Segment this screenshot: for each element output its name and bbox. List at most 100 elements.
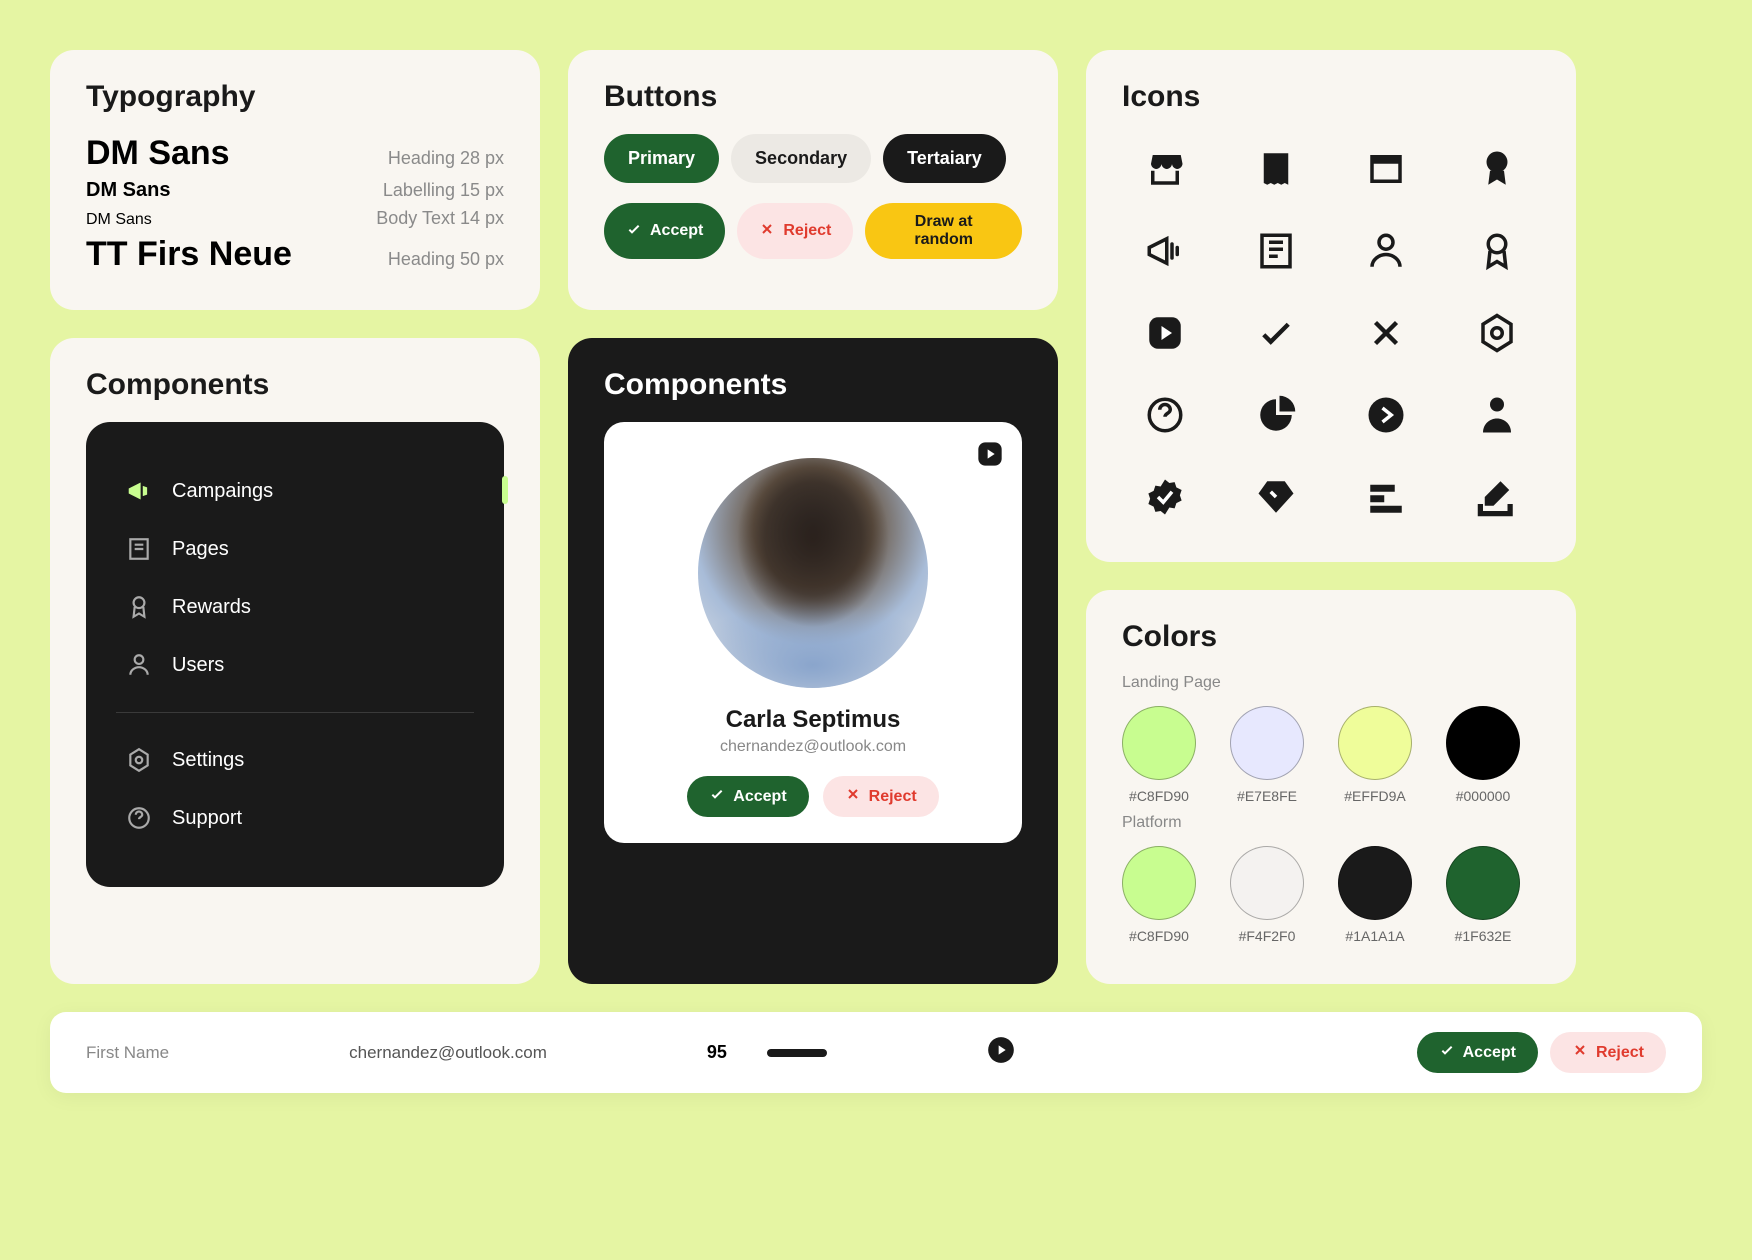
check-icon — [626, 221, 642, 242]
font-family: TT Firs Neue — [86, 235, 292, 274]
check-icon — [1251, 308, 1301, 358]
sidebar-item-label: Settings — [172, 749, 244, 772]
megaphone-icon — [126, 478, 152, 504]
sidebar-item-label: Campaings — [172, 480, 273, 503]
hex-gear-icon — [1472, 308, 1522, 358]
help-icon — [126, 805, 152, 831]
play-icon[interactable] — [976, 440, 1004, 473]
components-title: Components — [604, 368, 1022, 402]
sidebar-item-support[interactable]: Support — [116, 789, 474, 847]
store-icon — [1140, 144, 1190, 194]
accept-label: Accept — [650, 222, 703, 240]
pie-icon — [1251, 390, 1301, 440]
colors-title: Colors — [1122, 620, 1540, 654]
megaphone-icon — [1140, 226, 1190, 276]
accept-label: Accept — [733, 788, 786, 806]
secondary-button[interactable]: Secondary — [731, 134, 871, 183]
primary-button[interactable]: Primary — [604, 134, 719, 183]
color-swatch[interactable] — [1122, 846, 1196, 920]
accept-button[interactable]: Accept — [687, 776, 808, 817]
icons-title: Icons — [1122, 80, 1540, 114]
font-family: DM Sans — [86, 179, 170, 202]
accept-button[interactable]: Accept — [1417, 1032, 1538, 1073]
sidebar-item-users[interactable]: Users — [116, 636, 474, 694]
active-indicator — [502, 476, 508, 504]
draw-random-button[interactable]: Draw at random — [865, 203, 1022, 259]
window-icon — [1361, 144, 1411, 194]
profile-email: chernandez@outlook.com — [628, 738, 998, 756]
avatar — [698, 458, 928, 688]
font-family: DM Sans — [86, 134, 230, 173]
bottom-email: chernandez@outlook.com — [349, 1043, 547, 1063]
verified-icon — [1140, 472, 1190, 522]
sidebar-item-label: Rewards — [172, 596, 251, 619]
slider-track[interactable] — [767, 1049, 827, 1057]
components-profile-card: Components Carla Septimus chernandez@out… — [568, 338, 1058, 984]
colors-group-label: Platform — [1122, 814, 1540, 832]
sidebar-item-pages[interactable]: Pages — [116, 520, 474, 578]
diamond-icon — [1251, 472, 1301, 522]
sidebar-item-label: Pages — [172, 538, 229, 561]
colors-card: Colors Landing Page #C8FD90 #E7E8FE #EFF… — [1086, 590, 1576, 984]
font-spec: Heading 50 px — [388, 249, 504, 270]
reject-button[interactable]: Reject — [1550, 1032, 1666, 1073]
font-spec: Body Text 14 px — [376, 208, 504, 229]
swatch-row: #C8FD90 #F4F2F0 #1A1A1A #1F632E — [1122, 846, 1540, 944]
swatch-hex: #EFFD9A — [1344, 788, 1405, 804]
font-family: DM Sans — [86, 211, 152, 229]
swatch-hex: #1F632E — [1455, 928, 1512, 944]
arrow-circle-icon — [1361, 390, 1411, 440]
sidebar-item-label: Users — [172, 654, 224, 677]
page-icon — [1251, 226, 1301, 276]
ribbon-icon — [126, 594, 152, 620]
close-icon — [845, 786, 861, 807]
play-icon[interactable] — [987, 1036, 1015, 1069]
swatch-hex: #E7E8FE — [1237, 788, 1297, 804]
bottom-number: 95 — [707, 1042, 727, 1063]
sidebar-item-campaigns[interactable]: Campaings — [116, 462, 474, 520]
accept-button[interactable]: Accept — [604, 203, 725, 259]
buttons-title: Buttons — [604, 80, 1022, 114]
typography-row: DM Sans Body Text 14 px — [86, 208, 504, 229]
color-swatch[interactable] — [1446, 846, 1520, 920]
reject-label: Reject — [783, 222, 831, 240]
color-swatch[interactable] — [1338, 846, 1412, 920]
sidebar-item-settings[interactable]: Settings — [116, 731, 474, 789]
tertiary-button[interactable]: Tertaiary — [883, 134, 1006, 183]
color-swatch[interactable] — [1446, 706, 1520, 780]
user-icon — [1361, 226, 1411, 276]
profile-card: Carla Septimus chernandez@outlook.com Ac… — [604, 422, 1022, 843]
gear-icon — [126, 747, 152, 773]
color-swatch[interactable] — [1230, 706, 1304, 780]
reject-label: Reject — [1596, 1044, 1644, 1062]
typography-title: Typography — [86, 80, 504, 114]
close-icon — [1361, 308, 1411, 358]
help-icon — [1140, 390, 1190, 440]
reject-button[interactable]: Reject — [737, 203, 853, 259]
ribbon-icon — [1472, 226, 1522, 276]
close-icon — [759, 221, 775, 242]
check-icon — [1439, 1042, 1455, 1063]
check-icon — [709, 786, 725, 807]
edit-icon — [1472, 472, 1522, 522]
swatch-hex: #1A1A1A — [1345, 928, 1404, 944]
reject-button[interactable]: Reject — [823, 776, 939, 817]
user-icon — [126, 652, 152, 678]
colors-group-label: Landing Page — [1122, 674, 1540, 692]
buttons-card: Buttons Primary Secondary Tertaiary Acce… — [568, 50, 1058, 310]
icons-card: Icons — [1086, 50, 1576, 562]
color-swatch[interactable] — [1338, 706, 1412, 780]
sidebar-divider — [116, 712, 474, 713]
play-icon — [1140, 308, 1190, 358]
color-swatch[interactable] — [1122, 706, 1196, 780]
color-swatch[interactable] — [1230, 846, 1304, 920]
document-icon — [1251, 144, 1301, 194]
sidebar-item-rewards[interactable]: Rewards — [116, 578, 474, 636]
typography-card: Typography DM Sans Heading 28 px DM Sans… — [50, 50, 540, 310]
swatch-hex: #F4F2F0 — [1239, 928, 1296, 944]
sidebar-item-label: Support — [172, 807, 242, 830]
swatch-hex: #C8FD90 — [1129, 788, 1189, 804]
sidebar-panel: Campaings Pages Rewards Users Settings — [86, 422, 504, 887]
typography-row: DM Sans Labelling 15 px — [86, 179, 504, 202]
components-sidebar-card: Components Campaings Pages Rewards Users — [50, 338, 540, 984]
